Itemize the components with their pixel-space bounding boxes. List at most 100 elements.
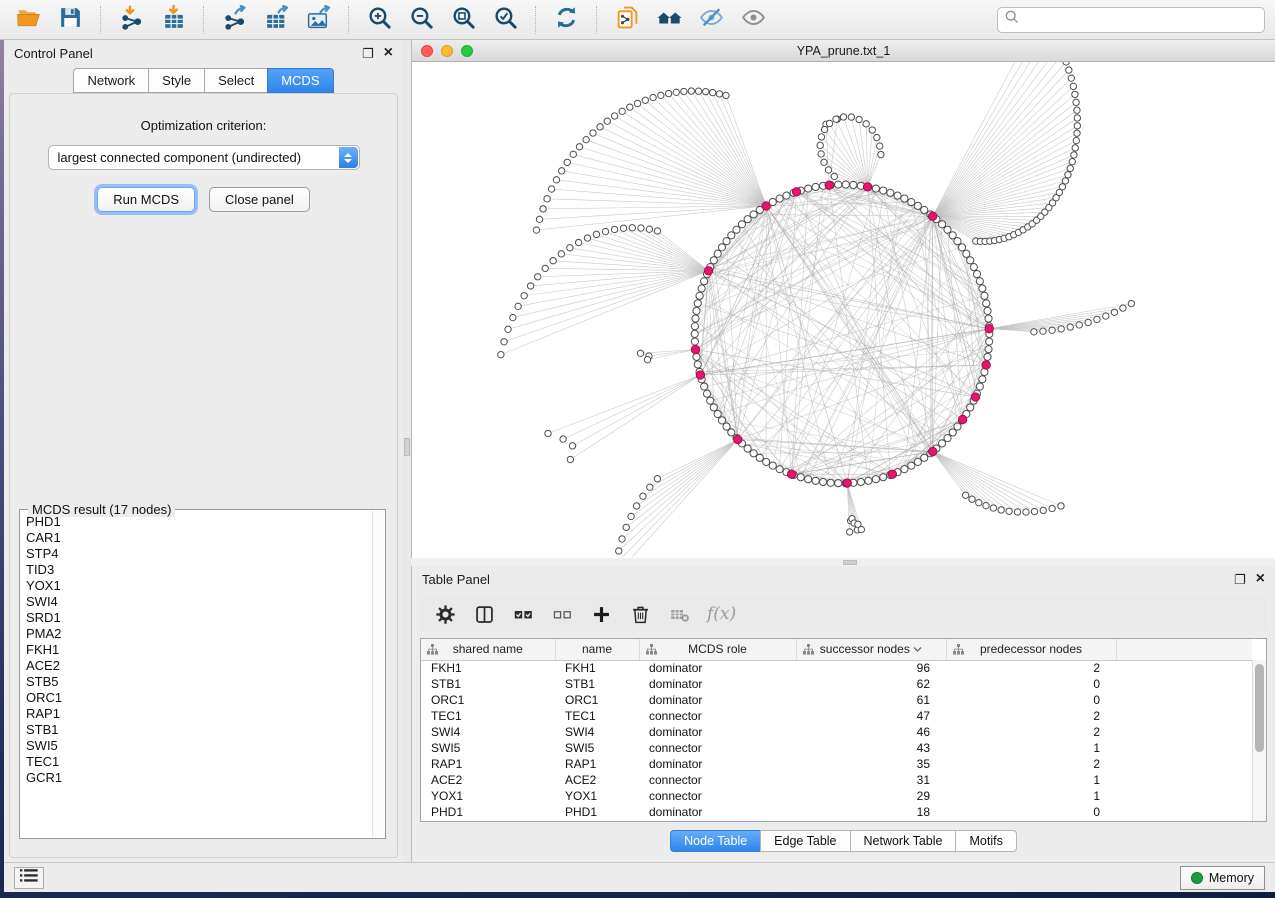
ring-node[interactable] <box>872 185 879 192</box>
ring-node[interactable] <box>914 202 921 209</box>
ring-node[interactable] <box>908 199 915 206</box>
leaf-node[interactable] <box>542 265 548 271</box>
leaf-node[interactable] <box>1074 107 1080 113</box>
leaf-node[interactable] <box>634 100 640 106</box>
leaf-node[interactable] <box>703 89 709 95</box>
mcds-hub-node[interactable] <box>929 447 937 455</box>
leaf-node[interactable] <box>658 92 664 98</box>
leaf-node[interactable] <box>869 127 875 133</box>
ring-node[interactable] <box>887 189 894 196</box>
leaf-node[interactable] <box>1069 158 1075 164</box>
close-panel-button[interactable]: Close panel <box>209 187 310 212</box>
mcds-hub-node[interactable] <box>971 393 979 401</box>
column-header-name[interactable]: name <box>555 639 639 660</box>
tab-node-table[interactable]: Node Table <box>670 830 760 852</box>
table-row[interactable]: STB1STB1dominator620 <box>421 676 1252 692</box>
leaf-node[interactable] <box>1068 75 1074 81</box>
table-row[interactable]: RAP1RAP1dominator352 <box>421 756 1252 772</box>
close-panel-icon[interactable]: × <box>384 45 393 61</box>
ring-node[interactable] <box>692 315 699 322</box>
leaf-node[interactable] <box>1074 115 1080 121</box>
ring-node[interactable] <box>691 330 698 337</box>
leaf-node[interactable] <box>629 225 635 231</box>
leaf-node[interactable] <box>584 235 590 241</box>
ring-node[interactable] <box>750 211 757 218</box>
import-network-button[interactable] <box>113 4 149 36</box>
mcds-result-item[interactable]: STB1 <box>26 722 371 738</box>
ring-node[interactable] <box>710 257 717 264</box>
leaf-node[interactable] <box>590 130 596 136</box>
ring-node[interactable] <box>954 423 961 430</box>
ring-node[interactable] <box>850 181 857 188</box>
leaf-node[interactable] <box>650 94 656 100</box>
leaf-node[interactable] <box>1049 327 1055 333</box>
leaf-node[interactable] <box>846 529 852 535</box>
leaf-node[interactable] <box>644 356 650 362</box>
table-row[interactable]: SWI5SWI5connector431 <box>421 740 1252 756</box>
leaf-node[interactable] <box>616 548 622 554</box>
refresh-view-button[interactable] <box>548 4 584 36</box>
leaf-node[interactable] <box>550 258 556 264</box>
leaf-node[interactable] <box>558 251 564 257</box>
leaf-node[interactable] <box>673 89 679 95</box>
leaf-node[interactable] <box>1040 328 1046 334</box>
table-row[interactable]: TEC1TEC1connector472 <box>421 708 1252 724</box>
leaf-node[interactable] <box>646 226 652 232</box>
leaf-node[interactable] <box>498 352 504 358</box>
leaf-node[interactable] <box>818 134 824 140</box>
ring-node[interactable] <box>714 250 721 257</box>
scrollbar-thumb[interactable] <box>1255 664 1264 752</box>
column-view-button[interactable] <box>473 603 495 625</box>
ring-node[interactable] <box>901 195 908 202</box>
leaf-node[interactable] <box>604 118 610 124</box>
leaf-node[interactable] <box>1074 130 1080 136</box>
mcds-result-item[interactable]: YOX1 <box>26 578 371 594</box>
ring-node[interactable] <box>976 278 983 285</box>
ring-node[interactable] <box>857 478 864 485</box>
duplicate-network-button[interactable] <box>609 4 645 36</box>
leaf-node[interactable] <box>654 476 660 482</box>
mcds-hub-node[interactable] <box>843 479 851 487</box>
ring-node[interactable] <box>820 478 827 485</box>
mcds-result-item[interactable]: STB5 <box>26 674 371 690</box>
leaf-node[interactable] <box>1076 322 1082 328</box>
ring-node[interactable] <box>944 435 951 442</box>
mcds-hub-node[interactable] <box>734 435 742 443</box>
ring-node[interactable] <box>805 185 812 192</box>
tab-network[interactable]: Network <box>73 68 148 93</box>
table-row[interactable]: YOX1YOX1connector291 <box>421 788 1252 804</box>
leaf-node[interactable] <box>619 108 625 114</box>
leaf-node[interactable] <box>1059 184 1065 190</box>
leaf-node[interactable] <box>1073 137 1079 143</box>
mcds-list-scrollbar[interactable] <box>372 511 385 837</box>
leaf-node[interactable] <box>647 484 653 490</box>
delete-table-button[interactable] <box>668 603 690 625</box>
table-row[interactable]: SWI4SWI4dominator462 <box>421 724 1252 740</box>
leaf-node[interactable] <box>623 524 629 530</box>
leaf-node[interactable] <box>833 116 839 122</box>
leaf-node[interactable] <box>818 151 824 157</box>
ring-node[interactable] <box>691 338 698 345</box>
leaf-node[interactable] <box>688 88 694 94</box>
leaf-node[interactable] <box>962 492 968 498</box>
leaf-node[interactable] <box>567 456 573 462</box>
leaf-node[interactable] <box>821 159 827 165</box>
zoom-fit-button[interactable] <box>445 4 481 36</box>
ring-node[interactable] <box>776 466 783 473</box>
export-table-button[interactable] <box>258 4 294 36</box>
mcds-hub-node[interactable] <box>985 325 993 333</box>
leaf-node[interactable] <box>856 116 862 122</box>
table-row[interactable]: ACE2ACE2connector311 <box>421 772 1252 788</box>
leaf-node[interactable] <box>723 92 729 98</box>
leaf-node[interactable] <box>1031 329 1037 335</box>
ring-node[interactable] <box>984 307 991 314</box>
ring-node[interactable] <box>693 353 700 360</box>
ring-node[interactable] <box>750 450 757 457</box>
leaf-node[interactable] <box>1058 326 1064 332</box>
column-header-MCDS-role[interactable]: MCDS role <box>639 639 796 660</box>
leaf-node[interactable] <box>633 503 639 509</box>
leaf-node[interactable] <box>874 134 880 140</box>
ring-node[interactable] <box>958 244 965 251</box>
mcds-result-item[interactable]: STP4 <box>26 546 371 562</box>
column-header-predecessor-nodes[interactable]: predecessor nodes <box>946 639 1116 660</box>
